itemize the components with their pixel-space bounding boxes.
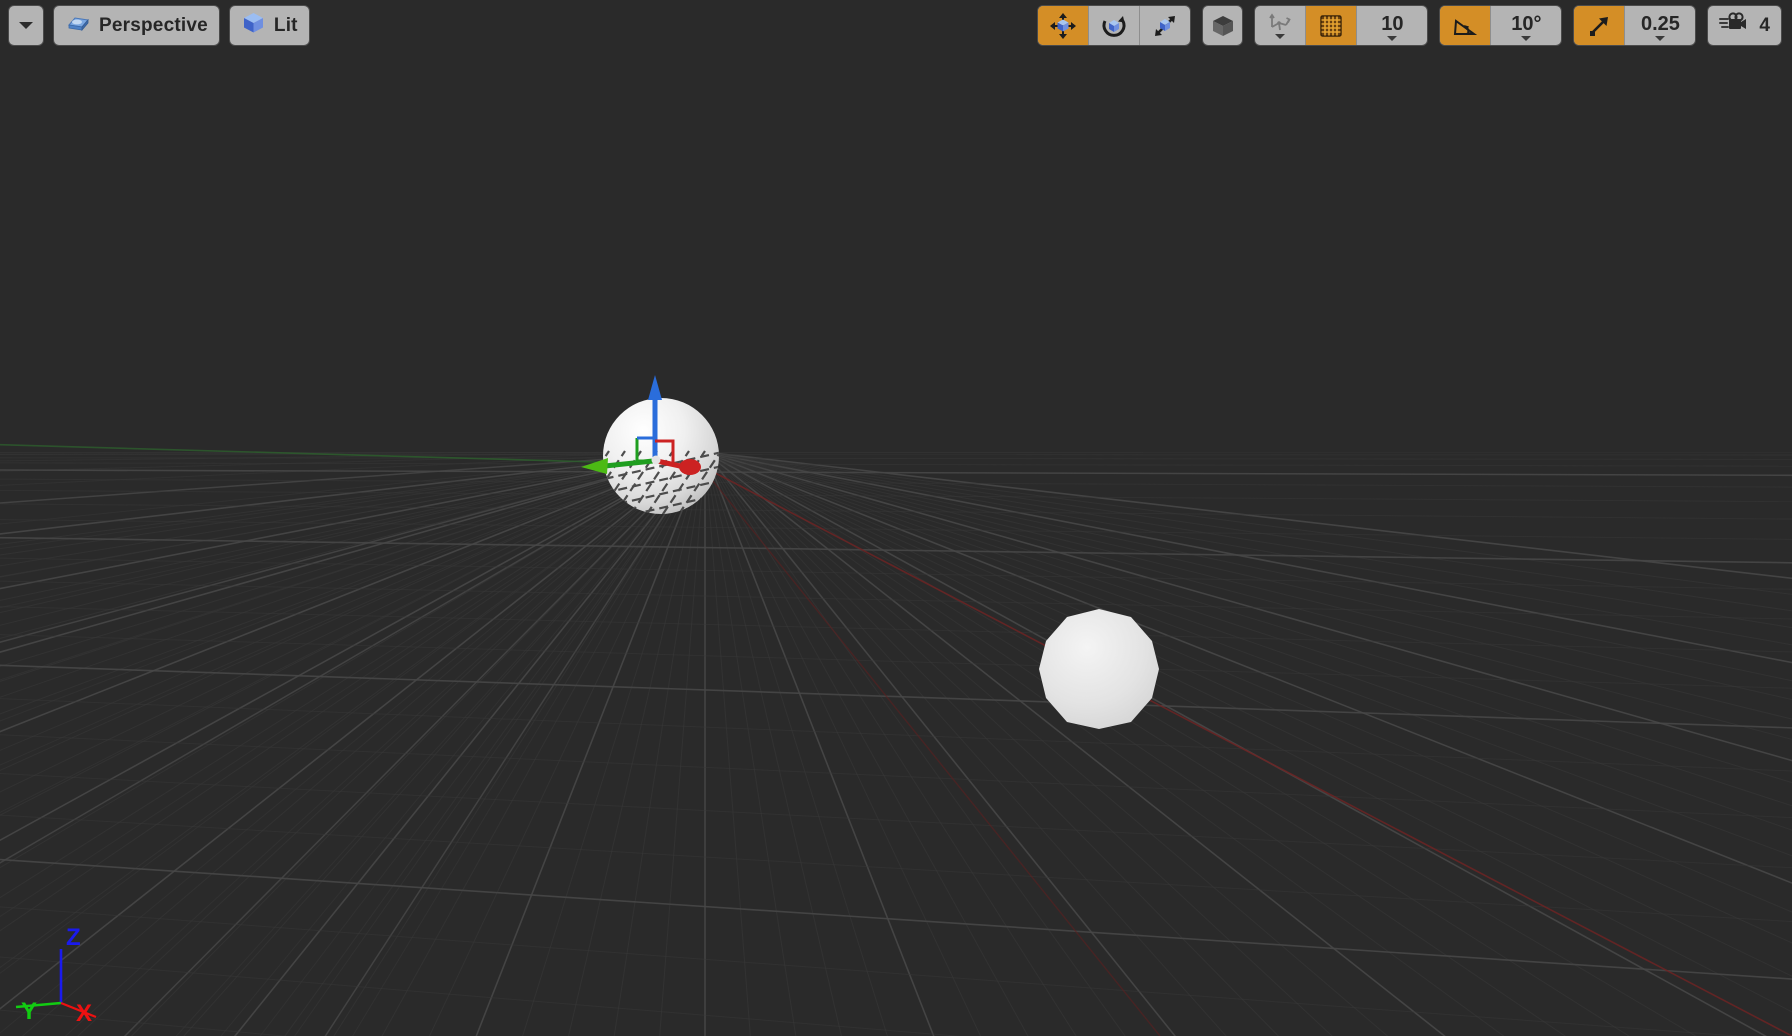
toolbar-right-group: 10 10° 0.25 4 xyxy=(1037,5,1782,46)
grid-icon xyxy=(1320,14,1343,37)
lit-button-label: Lit xyxy=(273,14,298,36)
camera-speed-control[interactable]: 4 xyxy=(1707,5,1782,46)
perspective-button[interactable]: Perspective xyxy=(53,5,220,46)
world-coordinate-button[interactable] xyxy=(1202,5,1244,46)
diagonal-arrow-icon xyxy=(1590,16,1609,36)
surface-snap-icon xyxy=(1269,13,1292,31)
cube-icon xyxy=(1212,15,1233,36)
rotate-tool[interactable] xyxy=(1089,6,1141,45)
rotation-snap-group: 10° xyxy=(1439,5,1563,46)
chevron-down-icon xyxy=(1387,35,1398,41)
lit-cube-icon xyxy=(241,10,266,41)
gizmo-center-handle[interactable] xyxy=(651,455,661,465)
toolbar-left-group: Perspective Lit xyxy=(8,5,310,46)
snapping-group: 10 xyxy=(1254,5,1429,46)
horizon-fade xyxy=(0,330,1792,630)
grid-snap-toggle[interactable] xyxy=(1306,6,1358,45)
3d-viewport[interactable]: Z Y X xyxy=(0,0,1792,1036)
movie-camera-icon xyxy=(1719,11,1749,40)
rotation-snap-value[interactable]: 10° xyxy=(1491,6,1561,45)
chevron-down-icon xyxy=(1521,35,1532,41)
lit-button[interactable]: Lit xyxy=(228,5,310,46)
translate-tool[interactable] xyxy=(1038,6,1090,45)
scale-snap-value[interactable]: 0.25 xyxy=(1625,6,1695,45)
viewport-options-dropdown[interactable] xyxy=(8,5,44,46)
camera-speed-value: 4 xyxy=(1759,14,1770,36)
grid-snap-value[interactable]: 10 xyxy=(1357,6,1427,45)
gizmo-x-arrow[interactable] xyxy=(679,459,701,475)
scale-tool[interactable] xyxy=(1140,6,1190,45)
chevron-down-icon xyxy=(1275,34,1286,39)
chevron-down-icon xyxy=(1655,35,1666,41)
grid-snap-value-label: 10 xyxy=(1381,12,1404,35)
viewport-render xyxy=(0,0,1792,1036)
perspective-button-label: Perspective xyxy=(99,14,208,36)
rotation-snap-toggle[interactable] xyxy=(1440,6,1492,45)
angle-icon xyxy=(1454,18,1478,35)
scale-snap-value-label: 0.25 xyxy=(1640,12,1680,35)
rotation-snap-value-label: 10° xyxy=(1511,12,1542,35)
surface-snapping-button[interactable] xyxy=(1255,6,1307,45)
chevron-down-icon xyxy=(19,22,33,29)
scale-snap-group: 0.25 xyxy=(1573,5,1697,46)
editor-viewport-window: Z Y X Perspective Lit 10 10° 0.25 4 xyxy=(0,0,1792,1036)
transform-tools-group xyxy=(1037,5,1192,46)
perspective-camera-icon xyxy=(65,12,91,40)
scale-snap-toggle[interactable] xyxy=(1574,6,1626,45)
